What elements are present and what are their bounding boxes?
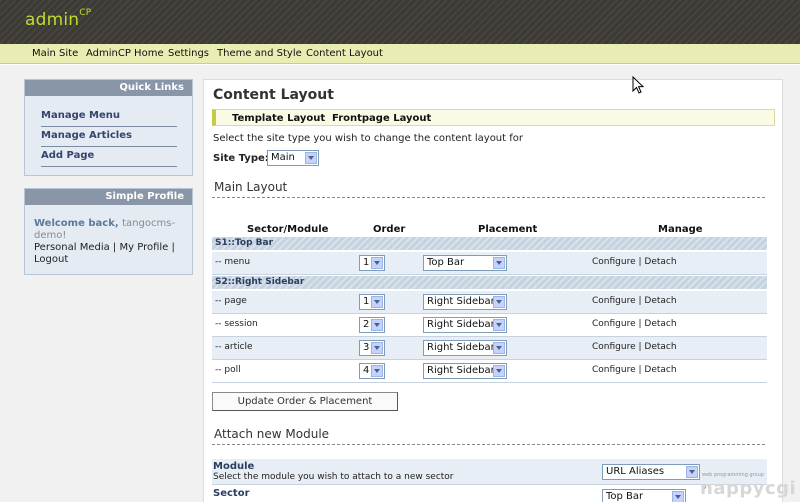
profile-link-logout[interactable]: Logout [34,254,68,265]
table-row: -- poll 4 Right Sidebar Configure | Deta… [212,360,767,383]
chevron-down-icon [371,342,383,354]
section-divider [212,197,765,198]
chevron-down-icon [493,342,505,354]
module-name: -- article [215,342,253,352]
col-placement: Placement [478,224,538,235]
sector-select[interactable]: Top Bar [602,489,686,502]
section-divider [212,444,765,445]
nav-admincp-home[interactable]: AdminCP Home [86,48,164,59]
sector-row-top-bar: S1::Top Bar [212,237,767,250]
nav-content-layout[interactable]: Content Layout [306,48,383,59]
configure-link[interactable]: Configure [592,342,636,352]
nappycgi-watermark: web programming group nappycgi [700,472,797,499]
profile-links: Personal Media | My Profile | Logout [34,242,175,265]
chevron-down-icon [305,152,317,164]
sector-row-right-sidebar: S2::Right Sidebar [212,276,767,289]
col-sector-module: Sector/Module [247,224,329,235]
profile-welcome: Welcome back, tangocms-demo! [34,218,176,241]
detach-link[interactable]: Detach [644,296,676,306]
manage-links: Configure | Detach [592,365,677,375]
module-name: -- menu [215,257,251,267]
manage-links: Configure | Detach [592,257,677,267]
site-type-select[interactable]: Main [267,150,319,166]
detach-link[interactable]: Detach [644,257,676,267]
col-manage: Manage [658,224,703,235]
chevron-down-icon [371,257,383,269]
detach-link[interactable]: Detach [644,365,676,375]
tab-frontpage-layout[interactable]: Frontpage Layout [332,113,431,124]
order-select[interactable]: 4 [359,363,385,379]
site-type-label: Site Type: [213,153,269,164]
attach-module-title: Attach new Module [214,427,330,441]
quick-links-box: Quick Links Manage Menu Manage Articles … [24,79,193,176]
placement-select[interactable]: Top Bar [423,255,507,271]
order-select[interactable]: 3 [359,340,385,356]
chevron-down-icon [686,466,698,478]
chevron-down-icon [672,491,684,502]
col-order: Order [373,224,406,235]
manage-links: Configure | Detach [592,342,677,352]
order-select[interactable]: 1 [359,294,385,310]
manage-links: Configure | Detach [592,319,677,329]
sector-label: Sector [213,488,250,499]
configure-link[interactable]: Configure [592,296,636,306]
order-select[interactable]: 2 [359,317,385,333]
page-title: Content Layout [213,87,334,103]
chevron-down-icon [371,296,383,308]
detach-link[interactable]: Detach [644,319,676,329]
configure-link[interactable]: Configure [592,257,636,267]
table-row: -- page 1 Right Sidebar Configure | Deta… [212,291,767,314]
module-label: Module [213,461,255,472]
top-nav: Main Site AdminCP Home Settings Theme an… [0,44,800,64]
table-row: -- article 3 Right Sidebar Configure | D… [212,337,767,360]
site-type-instruction: Select the site type you wish to change … [213,133,523,144]
nav-theme-and-style[interactable]: Theme and Style [217,48,302,59]
profile-link-personal-media[interactable]: Personal Media [34,242,110,253]
quick-link-manage-articles[interactable]: Manage Articles [41,127,177,147]
detach-link[interactable]: Detach [644,342,676,352]
profile-link-my-profile[interactable]: My Profile [119,242,168,253]
mouse-pointer-icon [632,76,644,94]
quick-links-title: Quick Links [25,80,192,96]
simple-profile-title: Simple Profile [25,189,192,205]
configure-link[interactable]: Configure [592,319,636,329]
placement-select[interactable]: Right Sidebar [423,317,507,333]
brand-logo[interactable]: adminCP [25,8,91,30]
update-order-placement-button[interactable]: Update Order & Placement [212,392,398,411]
placement-select[interactable]: Right Sidebar [423,340,507,356]
module-form-row: Module Select the module you wish to att… [212,459,767,485]
chevron-down-icon [493,365,505,377]
chevron-down-icon [493,296,505,308]
table-row: -- session 2 Right Sidebar Configure | D… [212,314,767,337]
placement-select[interactable]: Right Sidebar [423,363,507,379]
module-name: -- session [215,319,258,329]
simple-profile-box: Simple Profile Welcome back, tangocms-de… [24,188,193,275]
module-description: Select the module you wish to attach to … [213,472,454,482]
table-row: -- menu 1 Top Bar Configure | Detach [212,252,767,275]
chevron-down-icon [371,319,383,331]
sector-form-row: Sector Top Bar [212,486,767,502]
quick-link-add-page[interactable]: Add Page [41,147,177,167]
nav-main-site[interactable]: Main Site [32,48,78,59]
chevron-down-icon [493,319,505,331]
chevron-down-icon [371,365,383,377]
module-name: -- poll [215,365,241,375]
module-select[interactable]: URL Aliases [602,464,700,480]
placement-select[interactable]: Right Sidebar [423,294,507,310]
module-name: -- page [215,296,247,306]
tab-template-layout[interactable]: Template Layout [232,113,325,124]
manage-links: Configure | Detach [592,296,677,306]
header-bar: adminCP [0,0,800,44]
main-layout-title: Main Layout [214,180,288,194]
quick-link-manage-menu[interactable]: Manage Menu [41,107,177,127]
order-select[interactable]: 1 [359,255,385,271]
layout-tabs: Template Layout Frontpage Layout [212,109,775,126]
chevron-down-icon [493,257,505,269]
nav-settings[interactable]: Settings [168,48,209,59]
configure-link[interactable]: Configure [592,365,636,375]
